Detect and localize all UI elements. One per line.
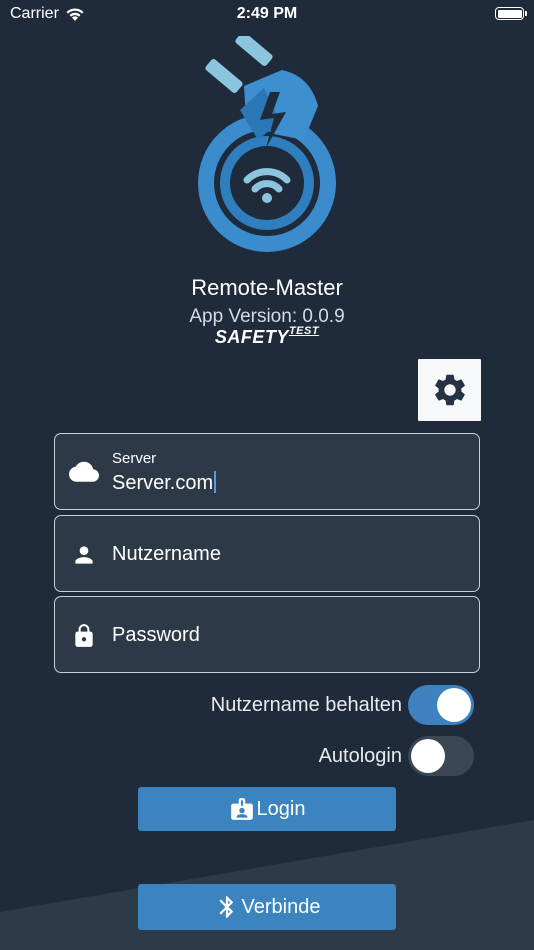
login-label: Login [256,797,306,820]
brand-main: SAFETY [214,327,289,347]
battery-icon [495,7,527,20]
toggle-knob [411,739,445,773]
id-badge-icon [229,796,255,822]
status-time: 2:49 PM [236,5,298,22]
keep-username-label: Nutzername behalten [210,693,402,716]
toggle-knob [437,688,471,722]
username-input[interactable]: Nutzername [112,543,221,566]
connect-button[interactable]: Verbinde [138,884,396,930]
keep-username-toggle[interactable] [408,685,474,725]
brand-label: SAFETYTEST [0,325,534,348]
settings-button[interactable] [418,359,481,421]
brand-sup: TEST [288,325,320,337]
server-field[interactable]: Server Server.com [54,433,480,510]
lock-icon [69,621,99,651]
connect-label: Verbinde [241,895,321,918]
password-field[interactable]: Password [54,596,480,673]
app-version: App Version: 0.0.9 [189,306,345,327]
plug-logo-icon [198,36,336,252]
login-button[interactable]: Login [138,787,396,831]
server-caption: Server [112,450,157,467]
autologin-row: Autologin [319,736,474,776]
autologin-label: Autologin [318,744,402,767]
server-input[interactable]: Server.com [112,471,217,495]
status-bar: Carrier 2:49 PM [0,0,534,30]
person-icon [69,540,99,570]
bluetooth-icon [214,893,240,921]
cloud-icon [69,458,99,488]
password-input[interactable]: Password [112,624,200,647]
app-title: Remote-Master [191,275,343,300]
autologin-toggle[interactable] [408,736,474,776]
keep-username-row: Nutzername behalten [211,685,474,725]
gear-icon [434,374,465,406]
text-cursor [214,471,217,493]
username-field[interactable]: Nutzername [54,515,480,592]
server-value: Server.com [112,472,214,494]
